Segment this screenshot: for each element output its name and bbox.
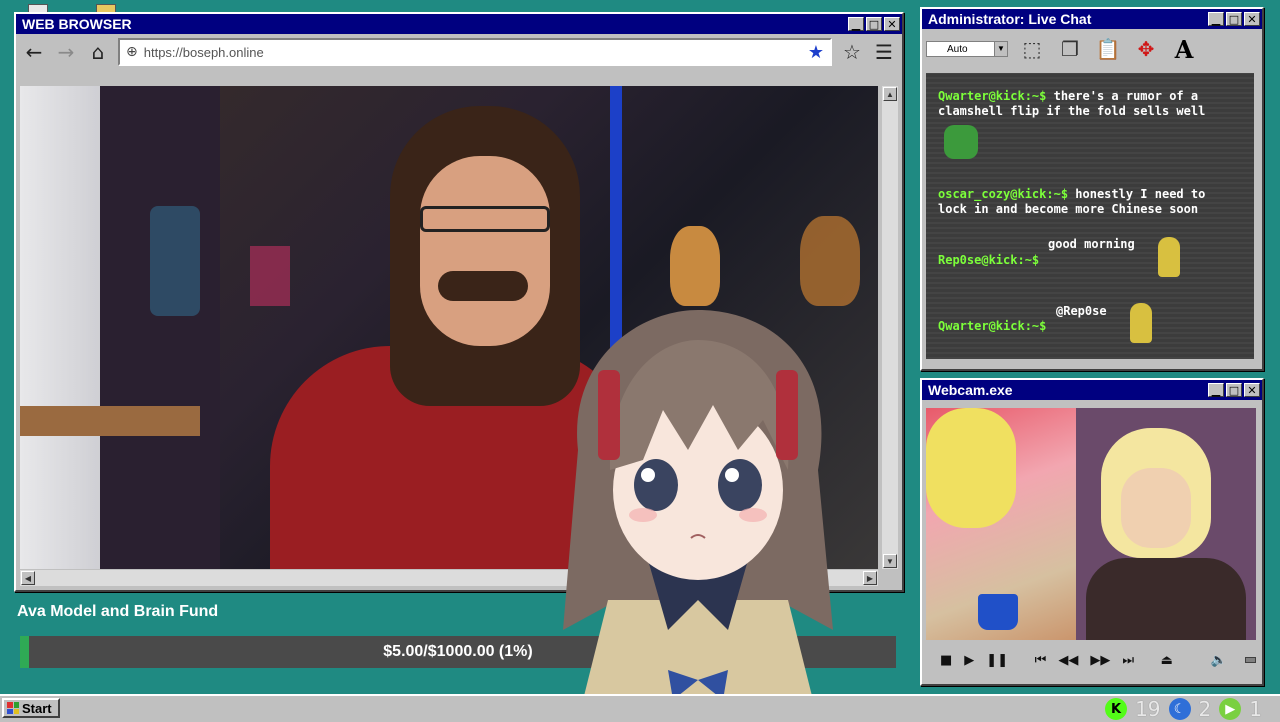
taskbar: Start K 19 ☾ 2 ▶ 1 [0,694,1280,722]
tray-count: 19 [1135,697,1161,721]
close-button[interactable]: ✕ [1244,12,1260,26]
maximize-button[interactable]: □ [866,17,882,31]
play-circle-icon[interactable]: ▶ [1219,698,1242,720]
webcam-view [926,408,1256,640]
url-text: https://boseph.online [143,44,264,60]
rewind-icon[interactable]: ◀◀ [1058,653,1078,668]
volume-slider[interactable] [1245,657,1256,663]
fund-progress-fill [20,636,29,668]
fund-title: Ava Model and Brain Fund [17,603,219,620]
scroll-down-arrow-icon[interactable]: ▼ [883,554,897,568]
chevron-down-icon: ▼ [994,42,1007,56]
scroll-up-arrow-icon[interactable]: ▲ [883,87,897,101]
move-icon[interactable]: ✥ [1132,35,1160,63]
chat-window: Administrator: Live Chat ▁ □ ✕ Auto ▼ ⬚ … [920,7,1264,371]
chat-username: Qwarter@kick:~$ [938,319,1047,333]
avatar-right-ribbon [776,370,798,460]
scroll-left-arrow-icon[interactable]: ◀ [21,571,35,585]
select-rectangle-icon[interactable]: ⬚ [1018,35,1046,63]
skip-back-icon[interactable]: ⏮ [1035,653,1047,668]
kick-icon[interactable]: K [1105,698,1128,720]
chat-username: Rep0se@kick:~$ [938,253,1040,267]
browser-title-bar[interactable]: WEB BROWSER ▁ □ ✕ [16,14,902,34]
play-icon[interactable]: ▶ [964,653,974,668]
maximize-button[interactable]: □ [1226,383,1242,397]
forward-arrow-icon[interactable]: → [54,40,78,64]
chat-toolbar: Auto ▼ ⬚ ❐ 📋 ✥ A [922,29,1262,69]
close-button[interactable]: ✕ [884,17,900,31]
chat-text: @Rep0se [1056,304,1107,318]
chat-title: Administrator: Live Chat [928,11,1092,27]
anime-avatar [563,310,833,720]
chat-title-bar[interactable]: Administrator: Live Chat ▁ □ ✕ [922,9,1262,29]
copy-icon[interactable]: ❐ [1056,35,1084,63]
chat-text: good morning [1048,237,1135,251]
avatar-left-eye [634,459,678,511]
fund-progress-text: $5.00/$1000.00 (1%) [383,643,533,660]
skip-forward-icon[interactable]: ⏭ [1122,653,1134,668]
chat-username: Qwarter@kick:~$ [938,89,1047,103]
fast-forward-icon[interactable]: ▶▶ [1090,653,1110,668]
eject-icon[interactable]: ⏏ [1161,653,1173,668]
chat-message: oscar_cozy@kick:~$ honestly I need to lo… [938,187,1238,217]
minimize-button[interactable]: ▁ [1208,12,1224,26]
font-select-value: Auto [947,43,968,55]
back-arrow-icon[interactable]: ← [22,40,46,64]
avatar-left-ribbon [598,370,620,460]
moon-icon[interactable]: ☾ [1168,698,1191,720]
scroll-right-arrow-icon[interactable]: ▶ [863,571,877,585]
windows-logo-icon [7,702,19,714]
chat-username: oscar_cozy@kick:~$ [938,187,1069,201]
webcam-title-bar[interactable]: Webcam.exe ▁ □ ✕ [922,380,1262,400]
browser-title: WEB BROWSER [22,16,132,32]
system-tray: K 19 ☾ 2 ▶ 1 [1105,696,1262,722]
avatar-right-eye [718,459,762,511]
media-controls: ■ ▶ ❚❚ ⏮ ◀◀ ▶▶ ⏭ ⏏ 🔈 [926,644,1256,676]
font-select[interactable]: Auto ▼ [926,41,1008,57]
hamburger-menu-icon[interactable]: ☰ [872,40,896,64]
webcam-window: Webcam.exe ▁ □ ✕ ■ ▶ ❚❚ ⏮ ◀◀ ▶▶ ⏭ ⏏ 🔈 [920,378,1264,686]
tray-count: 1 [1249,697,1262,721]
pause-icon[interactable]: ❚❚ [986,653,1008,668]
maximize-button[interactable]: □ [1226,12,1242,26]
tray-count: 2 [1198,697,1212,721]
font-icon[interactable]: A [1170,35,1198,64]
chat-messages: Qwarter@kick:~$ there's a rumor of a cla… [926,73,1254,359]
webcam-title: Webcam.exe [928,382,1013,398]
close-button[interactable]: ✕ [1244,383,1260,397]
start-button[interactable]: Start [2,698,60,718]
minimize-button[interactable]: ▁ [1208,383,1224,397]
bookmark-star-filled-icon[interactable]: ★ [808,42,824,63]
paste-icon[interactable]: 📋 [1094,35,1122,63]
chat-message: Qwarter@kick:~$ there's a rumor of a cla… [938,89,1238,119]
bookmark-star-icon[interactable]: ☆ [840,40,864,64]
vertical-scrollbar[interactable]: ▲ ▼ [882,86,898,569]
browser-navbar: ← → ⌂ ⊕ https://boseph.online ★ ☆ ☰ [16,34,902,70]
stop-icon[interactable]: ■ [940,653,952,668]
home-icon[interactable]: ⌂ [86,40,110,64]
volume-icon[interactable]: 🔈 [1211,653,1227,668]
start-label: Start [22,700,52,716]
globe-icon: ⊕ [126,44,138,60]
minimize-button[interactable]: ▁ [848,17,864,31]
address-bar[interactable]: ⊕ https://boseph.online ★ [118,38,832,66]
frog-emote-icon [944,125,978,159]
